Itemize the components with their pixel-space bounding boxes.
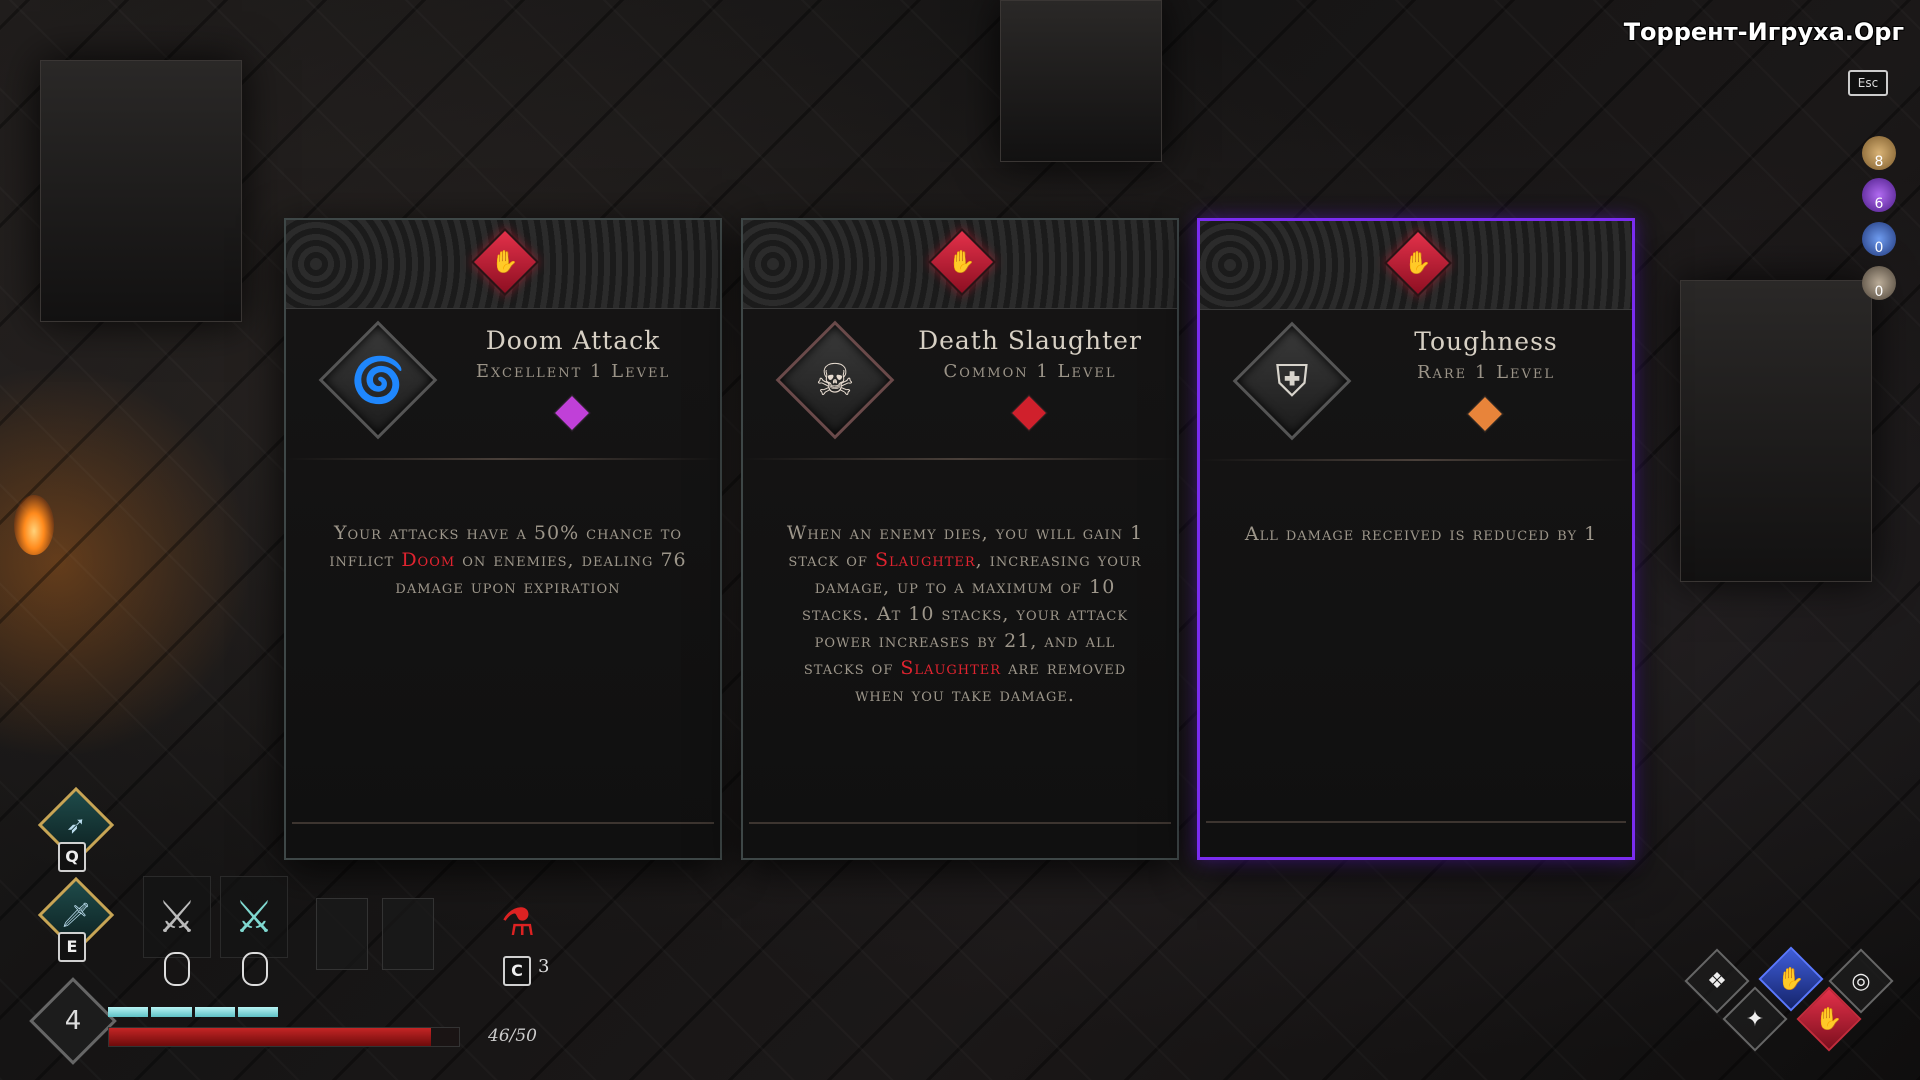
rarity-gem-icon (1466, 395, 1504, 433)
card-title: Death Slaughter (918, 326, 1142, 355)
divider (743, 458, 1177, 460)
spear-icon: ⚔ (157, 891, 197, 943)
health-bar-fill (109, 1028, 431, 1046)
stone-pillar (1680, 280, 1872, 582)
divider (749, 822, 1171, 824)
torch-flame (14, 495, 54, 555)
talent-card-doom-attack[interactable]: ✋ 🌀 Doom Attack Excellent 1 Level Your a… (284, 218, 722, 860)
key-e: E (58, 932, 86, 962)
right-mouse-icon (242, 952, 268, 986)
potion-count: 3 (538, 956, 550, 977)
divider (1206, 821, 1626, 823)
vortex-icon: 🌀 (318, 320, 438, 440)
rarity-gem-icon (553, 394, 591, 432)
gold-coin-icon: 8 (1862, 136, 1896, 170)
card-rarity-level: Rare 1 Level (1416, 362, 1556, 383)
health-potion-icon[interactable]: ⚗ (498, 900, 538, 950)
stone-pillar (1000, 0, 1162, 162)
health-text: 46/50 (488, 1026, 537, 1046)
talent-card-toughness[interactable]: ✋ ⛨ Toughness Rare 1 Level All damage re… (1197, 218, 1635, 860)
esc-button[interactable]: Esc (1848, 70, 1888, 96)
blue-flame-icon: 0 (1862, 222, 1896, 256)
purple-soul-icon: 6 (1862, 178, 1896, 212)
talent-card-death-slaughter[interactable]: ✋ ☠ Death Slaughter Common 1 Level When … (741, 218, 1179, 860)
stone-pillar (40, 60, 242, 322)
mana-segment (237, 1007, 278, 1017)
secondary-weapon-slot[interactable]: ⚔ (220, 876, 288, 958)
mana-segment (151, 1007, 192, 1017)
skull-token-icon: 0 (1862, 266, 1896, 300)
empty-item-slot[interactable] (316, 898, 368, 970)
skull-icon: ☠ (775, 320, 895, 440)
left-mouse-icon (164, 952, 190, 986)
mana-segment (108, 1007, 149, 1017)
armor-icon: ⛨ (1232, 321, 1352, 441)
card-description: Your attacks have a 50% chance to inflic… (329, 522, 687, 598)
card-description: When an enemy dies, you will gain 1 stac… (786, 522, 1144, 706)
health-bar (108, 1027, 460, 1047)
key-c: C (503, 956, 531, 986)
mana-segment (194, 1007, 235, 1017)
card-title: Toughness (1414, 327, 1558, 356)
empty-item-slot[interactable] (382, 898, 434, 970)
divider (292, 822, 714, 824)
mana-bar (108, 1007, 278, 1017)
card-rarity-level: Common 1 Level (943, 361, 1117, 382)
divider (1200, 459, 1632, 461)
card-title: Doom Attack (485, 326, 661, 355)
blade-icon: ⚔ (234, 891, 274, 943)
primary-weapon-slot[interactable]: ⚔ (143, 876, 211, 958)
rarity-gem-icon (1010, 394, 1048, 432)
watermark: Торрент-Игруха.Орг (1623, 18, 1904, 46)
divider (286, 458, 720, 460)
key-q: Q (58, 842, 86, 872)
card-rarity-level: Excellent 1 Level (475, 361, 671, 382)
card-description: All damage received is reduced by 1 (1244, 523, 1598, 545)
